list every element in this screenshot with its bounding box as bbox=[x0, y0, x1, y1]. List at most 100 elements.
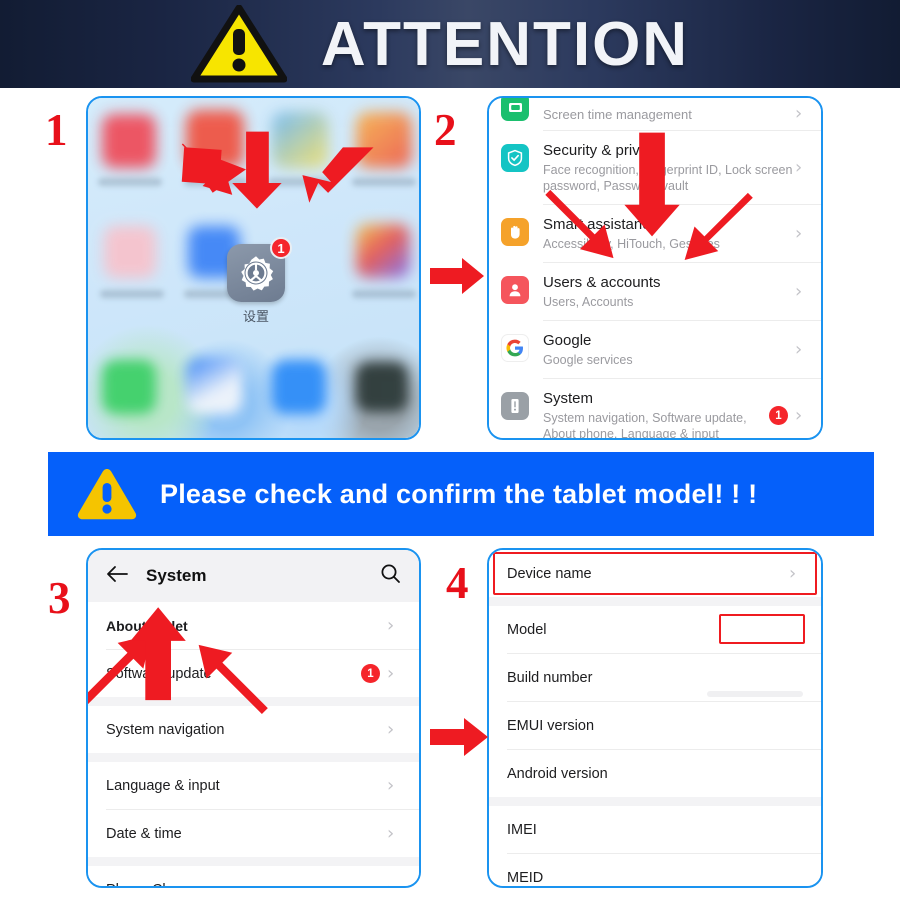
page-title: ATTENTION bbox=[320, 9, 690, 79]
system-page-title: System bbox=[146, 566, 207, 585]
person-icon bbox=[501, 276, 529, 304]
app-icon-blurred bbox=[356, 112, 412, 168]
warning-triangle-icon bbox=[77, 469, 137, 520]
panel-settings-list: Screen time management › Security & priv… bbox=[487, 96, 823, 440]
about-row-meid[interactable]: MEID bbox=[489, 854, 821, 888]
chevron-right-icon: › bbox=[795, 103, 803, 124]
row-label: System navigation bbox=[106, 721, 225, 738]
app-icon-blurred bbox=[272, 112, 328, 168]
hand-icon bbox=[501, 218, 529, 246]
settings-row-subtitle: System navigation, Software update, Abou… bbox=[543, 411, 747, 440]
section-gap bbox=[88, 857, 419, 866]
app-label-blurred bbox=[100, 290, 164, 298]
system-row-phone-clone[interactable]: Phone Clone › bbox=[88, 866, 419, 887]
app-icon-blurred bbox=[186, 110, 244, 168]
row-label: IMEI bbox=[507, 821, 537, 838]
settings-row-title: Google bbox=[543, 332, 592, 349]
chevron-right-icon: › bbox=[387, 718, 395, 740]
settings-row-subtitle: Users, Accounts bbox=[543, 295, 634, 309]
section-gap bbox=[489, 797, 821, 806]
screen-time-icon bbox=[501, 98, 529, 121]
warning-triangle-icon bbox=[190, 4, 288, 83]
settings-row-screen-time[interactable]: Screen time management › bbox=[489, 98, 821, 130]
row-label: Date & time bbox=[106, 825, 182, 842]
step-number-3: 3 bbox=[48, 573, 71, 623]
system-badge-count: 1 bbox=[769, 406, 788, 425]
dock-icon-blurred bbox=[356, 362, 408, 412]
system-row-language-input[interactable]: Language & input › bbox=[88, 762, 419, 809]
settings-row-title: Smart assistance bbox=[543, 216, 659, 233]
system-topbar: System bbox=[88, 550, 419, 602]
step-number-4: 4 bbox=[446, 558, 469, 608]
value-placeholder bbox=[707, 691, 803, 697]
dock-icon-blurred bbox=[272, 360, 326, 414]
back-arrow-icon[interactable] bbox=[106, 565, 128, 588]
about-row-imei[interactable]: IMEI bbox=[489, 806, 821, 853]
system-row-about-tablet[interactable]: About tablet › bbox=[88, 602, 419, 649]
settings-app-shortcut[interactable]: 1 设置 bbox=[227, 237, 292, 325]
panel-system-screen: System About tablet › Software update 1 … bbox=[86, 548, 421, 888]
search-icon[interactable] bbox=[380, 563, 401, 589]
row-label: Android version bbox=[507, 765, 608, 782]
step-number-1: 1 bbox=[45, 105, 68, 155]
settings-row-title: Users & accounts bbox=[543, 274, 661, 291]
row-label: Phone Clone bbox=[106, 882, 387, 887]
about-row-emui-version[interactable]: EMUI version bbox=[489, 702, 821, 749]
settings-row-google[interactable]: Google Google services › bbox=[489, 321, 821, 378]
chevron-right-icon: › bbox=[387, 822, 395, 844]
dock-icon-blurred bbox=[186, 358, 242, 414]
infographic-page: ATTENTION 1 2 3 4 1 设置 Screen time manag… bbox=[0, 0, 900, 900]
settings-row-subtitle: Google services bbox=[543, 353, 633, 367]
system-row-date-time[interactable]: Date & time › bbox=[88, 810, 419, 857]
banner-message: Please check and confirm the tablet mode… bbox=[160, 478, 758, 509]
section-gap bbox=[88, 753, 419, 762]
highlight-box-model-value bbox=[719, 614, 805, 644]
chevron-right-icon: › bbox=[795, 404, 803, 426]
settings-row-title: Security & privacy bbox=[543, 142, 664, 159]
app-icon-blurred bbox=[102, 114, 156, 168]
app-label-blurred bbox=[98, 178, 162, 186]
chevron-right-icon: › bbox=[789, 562, 797, 584]
app-label-blurred bbox=[352, 178, 416, 186]
confirm-model-banner: Please check and confirm the tablet mode… bbox=[48, 452, 874, 536]
settings-row-users-accounts[interactable]: Users & accounts Users, Accounts › bbox=[489, 263, 821, 320]
about-row-android-version[interactable]: Android version bbox=[489, 750, 821, 797]
chevron-right-icon: › bbox=[795, 156, 803, 178]
about-row-model[interactable]: Model bbox=[489, 606, 821, 653]
step-number-2: 2 bbox=[434, 105, 457, 155]
settings-badge-count: 1 bbox=[270, 237, 292, 259]
chevron-right-icon: › bbox=[387, 774, 395, 796]
attention-header: ATTENTION bbox=[0, 0, 900, 88]
settings-row-title: System bbox=[543, 390, 594, 407]
system-icon bbox=[501, 392, 529, 420]
settings-row-system[interactable]: System System navigation, Software updat… bbox=[489, 379, 821, 440]
app-label-blurred bbox=[184, 178, 248, 186]
settings-row-subtitle: Accessibility, HiTouch, Gestures bbox=[543, 237, 720, 251]
chevron-right-icon: › bbox=[387, 614, 395, 636]
software-update-badge: 1 bbox=[361, 664, 380, 683]
chevron-right-icon: › bbox=[387, 662, 395, 684]
settings-row-smart-assistance[interactable]: Smart assistance Accessibility, HiTouch,… bbox=[489, 205, 821, 262]
settings-row-title: Screen time management bbox=[543, 107, 692, 122]
chevron-right-icon: › bbox=[387, 879, 401, 886]
google-icon bbox=[501, 334, 529, 362]
panel-about-tablet: Device name › Model Build number EMUI ve… bbox=[487, 548, 823, 888]
app-label-blurred bbox=[268, 178, 332, 186]
value-placeholder bbox=[707, 887, 803, 888]
row-label: About tablet bbox=[106, 617, 188, 634]
about-row-device-name[interactable]: Device name › bbox=[489, 550, 821, 597]
row-label: Language & input bbox=[106, 777, 220, 794]
chevron-right-icon: › bbox=[795, 280, 803, 302]
app-icon-blurred bbox=[104, 226, 156, 278]
shield-icon bbox=[501, 144, 529, 172]
settings-row-security-privacy[interactable]: Security & privacy Face recognition, Fin… bbox=[489, 131, 821, 204]
system-row-software-update[interactable]: Software update 1 › bbox=[88, 650, 419, 697]
app-icon-blurred bbox=[356, 224, 410, 278]
flow-arrow-right-2 bbox=[430, 718, 488, 756]
system-row-system-navigation[interactable]: System navigation › bbox=[88, 706, 419, 753]
dock-icon-blurred bbox=[102, 360, 156, 414]
about-row-build-number[interactable]: Build number bbox=[489, 654, 821, 701]
section-gap bbox=[88, 697, 419, 706]
row-label: MEID bbox=[507, 869, 544, 886]
chevron-right-icon: › bbox=[795, 338, 803, 360]
